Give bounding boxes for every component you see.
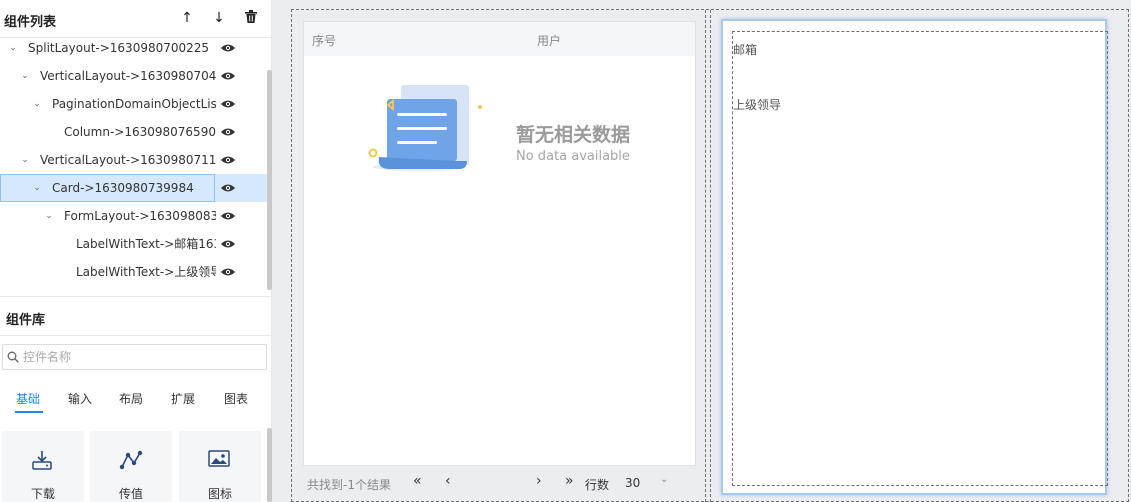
move-up-button[interactable]: ↑	[179, 10, 195, 26]
image-icon	[208, 450, 230, 467]
tab-extension[interactable]: 扩展	[171, 390, 195, 407]
tree-node[interactable]: ⌄ PaginationDomainObjectList->	[0, 90, 268, 118]
eye-icon[interactable]	[221, 266, 235, 278]
tree-node[interactable]: ⌄ FormLayout->163098083606	[0, 202, 268, 230]
supervisor-label: 上级领导	[733, 98, 782, 112]
empty-state-subtitle: No data available	[516, 149, 630, 164]
chevron-down-icon[interactable]: ⌄	[7, 38, 19, 62]
tree-node-label: Card->1630980739984	[52, 181, 194, 195]
tree-node-label: VerticalLayout->1630980704429	[40, 69, 216, 83]
rows-per-page-label: 行数	[585, 478, 610, 492]
tree-node[interactable]: LabelWithText->上级领导1	[0, 258, 268, 286]
component-tree-title: 组件列表	[4, 15, 57, 30]
card-component[interactable]: 邮箱 上级领导	[721, 19, 1108, 495]
split-divider[interactable]	[705, 10, 711, 502]
component-card-icon[interactable]: 图标	[179, 431, 261, 502]
pagination-total: 共找到-1个结果	[307, 478, 391, 492]
tree-node-label: SplitLayout->1630980700225	[28, 41, 210, 55]
eye-icon[interactable]	[221, 42, 235, 54]
card-label: 图标	[207, 487, 232, 501]
move-down-button[interactable]: ↓	[211, 10, 227, 26]
form-layout-outline	[732, 31, 1108, 486]
tree-node[interactable]: ⌄ VerticalLayout->1630980704429	[0, 62, 268, 90]
library-tabs: 基础 输入 布局 扩展 图表	[0, 384, 272, 414]
trash-icon	[245, 10, 257, 23]
rows-per-page-select[interactable]: 30	[625, 476, 640, 490]
value-flow-icon	[119, 450, 143, 470]
component-card-value[interactable]: 传值	[90, 431, 172, 502]
search-box	[2, 344, 267, 370]
search-icon	[7, 351, 19, 363]
eye-icon[interactable]	[221, 126, 235, 138]
component-card-download[interactable]: 下载	[2, 431, 84, 502]
pagination-list: 序号 用户 暂无相关数据 No data available	[303, 21, 696, 466]
tree-node[interactable]: LabelWithText->邮箱16309	[0, 230, 268, 258]
eye-icon[interactable]	[221, 210, 235, 222]
tab-basic[interactable]: 基础	[16, 390, 40, 407]
tree-node-label: Column->1630980765903	[64, 125, 216, 139]
chevron-down-icon[interactable]: ⌄	[43, 202, 55, 230]
tree-node-label: FormLayout->163098083606	[64, 209, 216, 223]
email-label: 邮箱	[733, 43, 758, 57]
tree-node-selected[interactable]: ⌄ Card->1630980739984	[0, 174, 268, 202]
eye-icon[interactable]	[221, 98, 235, 110]
last-page-button[interactable]: »	[565, 473, 574, 489]
design-canvas: 序号 用户 暂无相关数据 No data available 共找到-1个结果 …	[272, 0, 1131, 502]
eye-icon[interactable]	[221, 238, 235, 250]
tree-node[interactable]: ⌄ VerticalLayout->1630980711657	[0, 146, 268, 174]
delete-button[interactable]	[243, 10, 259, 26]
chevron-down-icon[interactable]: ⌄	[19, 146, 31, 174]
tree-node-label: PaginationDomainObjectList->	[52, 97, 216, 111]
tree-node-label: LabelWithText->上级领导1	[76, 265, 216, 279]
card-label: 下载	[30, 487, 55, 501]
tree-node-label: VerticalLayout->1630980711657	[40, 153, 216, 167]
active-tab-indicator	[15, 411, 43, 413]
chevron-down-icon[interactable]: ⌄	[660, 474, 668, 485]
tab-input[interactable]: 输入	[68, 390, 92, 407]
component-library-title: 组件库	[6, 313, 46, 328]
tree-node[interactable]: ⌄ SplitLayout->1630980700225	[0, 38, 268, 62]
prev-page-button[interactable]: ‹	[445, 473, 451, 489]
column-header-index: 序号	[312, 34, 337, 48]
first-page-button[interactable]: «	[413, 473, 422, 489]
chevron-down-icon[interactable]: ⌄	[31, 90, 43, 118]
eye-icon[interactable]	[221, 70, 235, 82]
eye-icon[interactable]	[221, 182, 235, 194]
column-header-user: 用户	[537, 34, 562, 48]
component-cards: 下载 传值 图标	[0, 428, 272, 502]
component-tree-header: 组件列表 ↑ ↓	[0, 0, 272, 38]
search-input[interactable]	[23, 348, 263, 366]
eye-icon[interactable]	[221, 154, 235, 166]
empty-state-title: 暂无相关数据	[516, 124, 631, 146]
chevron-down-icon[interactable]: ⌄	[31, 174, 43, 202]
next-page-button[interactable]: ›	[536, 473, 542, 489]
component-tree: ⌄ SplitLayout->1630980700225 ⌄ VerticalL…	[0, 38, 272, 295]
left-panel: 组件列表 ↑ ↓ ⌄ SplitLayout->1630980700225 ⌄ …	[0, 0, 272, 502]
empty-document-icon	[368, 85, 482, 171]
table-header: 序号 用户	[304, 22, 695, 56]
pagination-bar: 共找到-1个结果 « ‹ › » 行数 30 ⌄	[303, 466, 696, 500]
chevron-down-icon[interactable]: ⌄	[19, 62, 31, 90]
tab-layout[interactable]: 布局	[119, 390, 143, 407]
card-label: 传值	[118, 487, 143, 501]
tree-node[interactable]: Column->1630980765903	[0, 118, 268, 146]
tab-chart[interactable]: 图表	[224, 390, 248, 407]
download-icon	[32, 451, 52, 470]
component-library-header: 组件库	[0, 296, 272, 336]
tree-node-label: LabelWithText->邮箱16309	[76, 237, 216, 251]
